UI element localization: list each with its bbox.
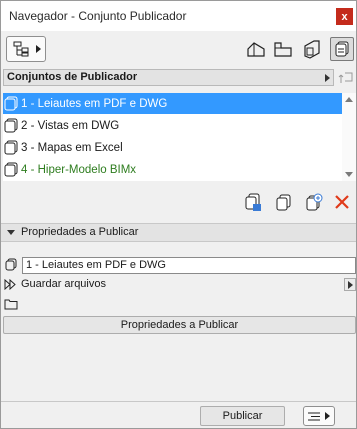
set-label: 4 - Hiper-Modelo BIMx [21,163,137,176]
options-dropdown[interactable] [303,406,335,426]
footer: Publicar [1,401,356,428]
toolbar [1,31,356,69]
navigator-window: Navegador - Conjunto Publicador x Conjun… [0,0,357,429]
fast-forward-icon [4,279,16,290]
new-set-button[interactable] [242,192,264,212]
list-item[interactable]: 1 - Leiautes em PDF e DWG [3,93,342,114]
publish-properties-label: Propriedades a Publicar [120,319,239,331]
add-set-button[interactable] [303,192,325,212]
duplicate-set-button[interactable] [273,192,295,212]
publisher-set-icon [4,140,18,154]
new-publisher-set-icon [245,193,261,211]
publish-properties-button[interactable]: Propriedades a Publicar [3,316,356,334]
close-button[interactable]: x [336,8,353,25]
duplicate-set-icon [276,194,291,211]
close-icon: x [341,10,348,23]
publisher-set-icon [4,162,18,176]
delete-set-button[interactable] [331,192,353,212]
collapse-icon[interactable] [7,230,15,235]
list-item[interactable]: 3 - Mapas em Excel [3,137,342,158]
folder-icon[interactable] [4,298,18,310]
set-name-field[interactable]: 1 - Leiautes em PDF e DWG [22,257,356,274]
window-title: Navegador - Conjunto Publicador [9,9,187,23]
set-name-value: 1 - Leiautes em PDF e DWG [26,259,166,271]
set-label: 3 - Mapas em Excel [21,141,123,154]
view-map-icon [274,42,292,57]
publisher-sets-header[interactable]: Conjuntos de Publicador [3,69,334,86]
chevron-right-icon [36,45,41,53]
list-scrollbar[interactable] [342,93,356,181]
save-files-label: Guardar arquivos [21,278,106,290]
mode-dropdown[interactable] [6,36,46,62]
sort-icon[interactable] [338,70,354,85]
add-set-icon [306,193,323,211]
save-files-expand-button[interactable] [344,278,356,291]
publisher-sets-icon [335,41,349,57]
layout-book-icon [304,40,320,59]
properties-header[interactable]: Propriedades a Publicar [1,223,356,242]
view-map-button[interactable] [271,37,295,61]
scroll-up-icon[interactable] [345,97,353,102]
set-label: 2 - Vistas em DWG [21,119,120,132]
publisher-sets-header-label: Conjuntos de Publicador [7,71,138,83]
layout-book-button[interactable] [300,37,324,61]
title-bar[interactable]: Navegador - Conjunto Publicador x [1,1,356,31]
list-item[interactable]: 2 - Vistas em DWG [3,115,342,136]
list-options-icon [308,412,320,421]
chevron-right-icon[interactable] [325,74,330,82]
publisher-set-icon [4,118,18,132]
publish-button[interactable]: Publicar [200,406,285,426]
properties-header-label: Propriedades a Publicar [21,226,139,238]
project-map-icon [247,42,265,57]
set-label: 1 - Leiautes em PDF e DWG [21,97,168,110]
scroll-down-icon[interactable] [345,172,353,177]
tree-icon [13,41,29,57]
publish-label: Publicar [222,410,263,422]
chevron-right-icon [325,412,330,420]
publisher-set-icon [5,258,17,271]
delete-icon [335,195,349,209]
publisher-set-icon [4,96,18,110]
save-files-row: Guardar arquivos [4,278,356,292]
publisher-sets-button[interactable] [330,37,354,61]
project-map-button[interactable] [244,37,268,61]
list-item[interactable]: 4 - Hiper-Modelo BIMx [3,159,342,180]
publisher-sets-list: 1 - Leiautes em PDF e DWG 2 - Vistas em … [3,93,356,181]
